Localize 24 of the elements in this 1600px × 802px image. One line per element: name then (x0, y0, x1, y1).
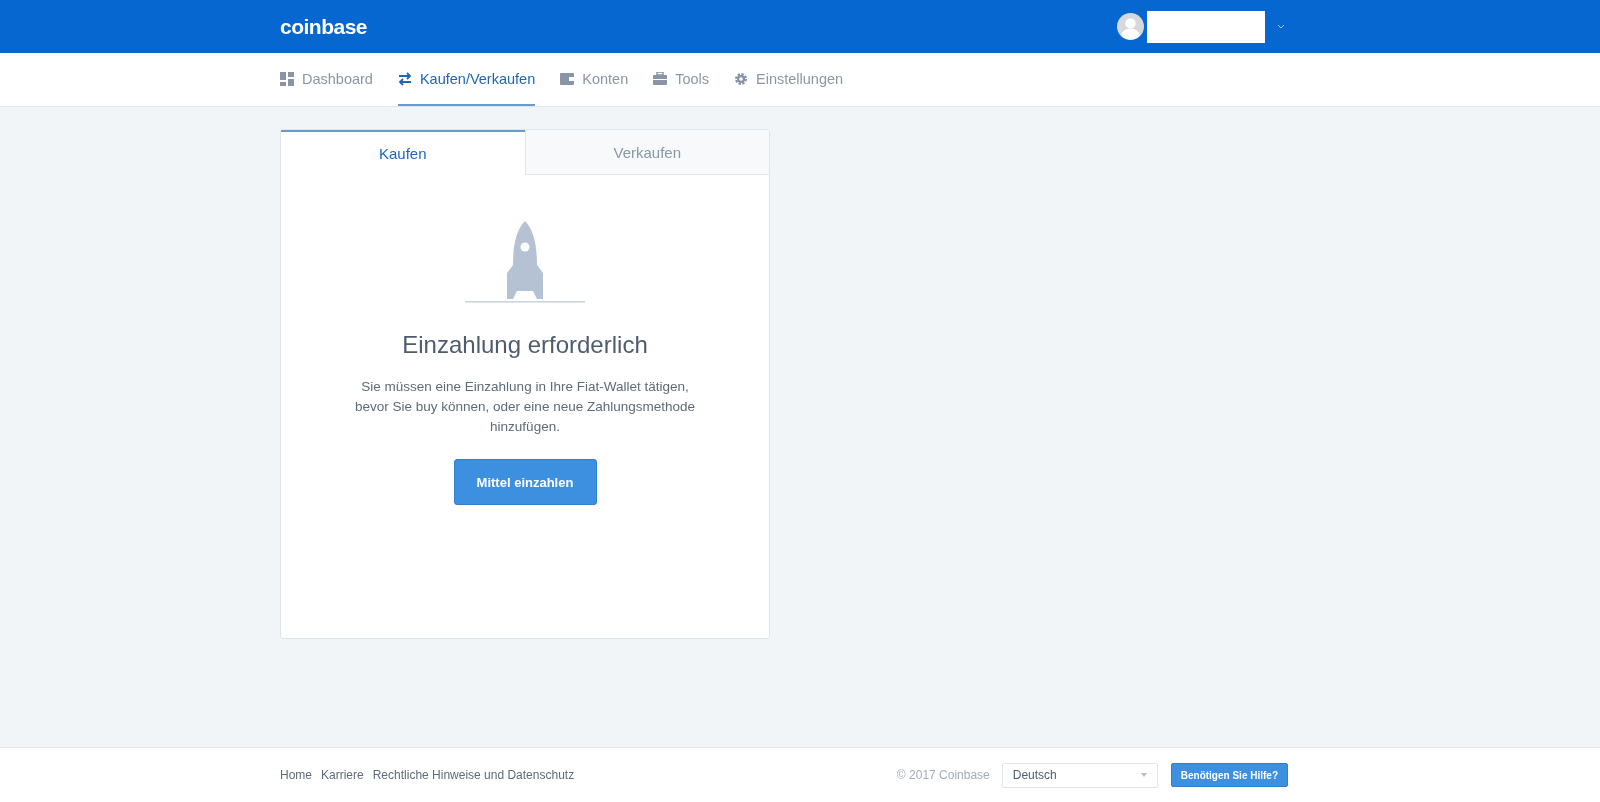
footer-link[interactable]: Rechtliche Hinweise und Datenschutz (372, 768, 575, 782)
deposit-button[interactable]: Mittel einzahlen (453, 459, 597, 505)
settings-icon (734, 71, 749, 86)
language-select[interactable]: Deutsch (1001, 762, 1158, 788)
nav-tab[interactable]: Einstellungen (734, 53, 844, 106)
nav-tab[interactable]: Konten (560, 53, 629, 106)
wallet-icon (560, 71, 575, 86)
tab[interactable]: Verkaufen (524, 130, 769, 175)
coinbase-logo[interactable]: coinbase (280, 14, 368, 39)
help-button[interactable]: Benötigen Sie Hilfe? (1170, 763, 1288, 787)
footer-link[interactable]: Home (280, 768, 312, 782)
caret-icon (1140, 773, 1147, 777)
briefcase-icon (653, 71, 668, 86)
nav-tab[interactable]: Tools (653, 53, 710, 106)
copyright-text: © 2017 Coinbase (896, 768, 990, 782)
swap-arrows-icon (397, 71, 412, 86)
footer-link[interactable]: Karriere (321, 768, 364, 782)
empty-state-message: Sie müssen eine Einzahlung in Ihre Fiat-Wallet tätigen, bevor Sie buy können, oder eine neue Zahlungsmethode hinzufügen. (354, 378, 696, 436)
chevron-down-icon[interactable] (1277, 24, 1285, 29)
avatar-icon[interactable] (1117, 13, 1144, 40)
nav-tab[interactable]: Kaufen/Verkaufen (397, 53, 536, 106)
empty-state-title: Einzahlung erforderlich (402, 331, 648, 359)
nav-tab[interactable]: Dashboard (280, 53, 373, 106)
grid-icon (280, 71, 294, 86)
